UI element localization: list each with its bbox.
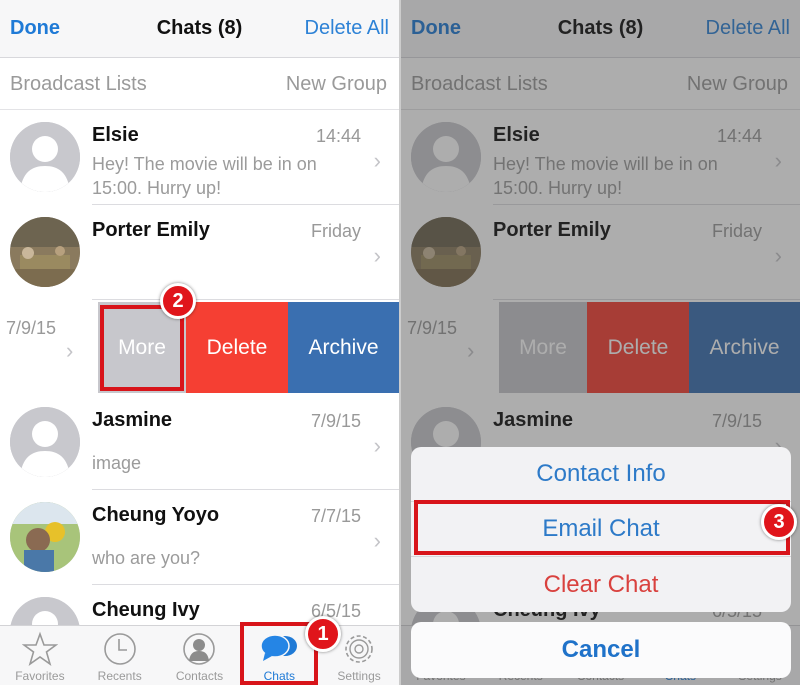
delete-all-button[interactable]: Delete All [305, 17, 390, 40]
star-icon [21, 631, 58, 666]
tab-label: Contacts [175, 669, 224, 683]
navbar: Done Chats (8) Delete All [0, 0, 399, 58]
chat-time: 7/7/15 [310, 506, 361, 526]
chat-name: Cheung Yoyo [92, 504, 220, 526]
avatar [10, 122, 80, 192]
step-badge-3: 3 [761, 504, 797, 540]
chevron-right-icon: › [373, 433, 381, 458]
clock-icon [103, 633, 136, 665]
new-group-link[interactable]: New Group [286, 73, 387, 96]
chat-preview: image [92, 453, 142, 473]
chat-name: Elsie [92, 124, 139, 146]
contact-info-option[interactable]: Contact Info [411, 447, 791, 502]
contact-icon [183, 633, 216, 665]
chat-name: Porter Emily [92, 219, 210, 241]
archive-button[interactable]: Archive [288, 302, 399, 393]
chat-time: 7/9/15 [6, 318, 57, 338]
chat-preview: Hey! The movie will be in on 15:00. Hurr… [92, 154, 317, 198]
phone-right: Done Chats (8) Delete All Broadcast List… [401, 0, 800, 685]
chat-preview: who are you? [92, 548, 201, 568]
chevron-right-icon: › [373, 528, 381, 553]
avatar [10, 217, 80, 287]
delete-button[interactable]: Delete [186, 302, 288, 393]
tab-label: Recents [97, 669, 142, 683]
photo-avatar-icon [10, 217, 80, 287]
broadcast-lists-link[interactable]: Broadcast Lists [10, 73, 147, 96]
email-chat-highlight [414, 500, 790, 555]
chat-time: Friday [310, 221, 361, 241]
tab-favorites[interactable]: Favorites [0, 626, 80, 685]
tab-label: Favorites [15, 669, 65, 683]
step-badge-2: 2 [160, 283, 196, 319]
photo-avatar-icon [10, 502, 80, 572]
tab-label: Settings [337, 669, 381, 683]
chat-name: Cheung Ivy [92, 599, 200, 621]
chat-row[interactable]: Elsie 14:44 Hey! The movie will be in on… [0, 110, 399, 205]
chat-row[interactable]: Porter Emily Friday › [0, 205, 399, 300]
chat-time: 7/9/15 [310, 411, 361, 431]
chevron-right-icon: › [373, 148, 381, 173]
gear-icon [345, 635, 373, 663]
cancel-button[interactable]: Cancel [411, 622, 791, 678]
tutorial-composite: Done Chats (8) Delete All Broadcast List… [0, 0, 800, 685]
chat-row[interactable]: Jasmine 7/9/15 image › [0, 395, 399, 490]
subbar: Broadcast Lists New Group [0, 58, 399, 110]
avatar [10, 502, 80, 572]
swiped-chat-row[interactable]: 7/9/15 › More Delete Archive [0, 300, 399, 395]
chat-time: 14:44 [315, 126, 361, 146]
chevron-right-icon: › [66, 338, 74, 363]
default-avatar-icon [10, 122, 80, 192]
tab-contacts[interactable]: Contacts [160, 626, 240, 685]
clear-chat-option[interactable]: Clear Chat [411, 557, 791, 612]
default-avatar-icon [10, 407, 80, 477]
tab-recents[interactable]: Recents [80, 626, 160, 685]
step-badge-1: 1 [305, 616, 341, 652]
chevron-right-icon: › [373, 243, 381, 268]
phone-left: Done Chats (8) Delete All Broadcast List… [0, 0, 399, 685]
avatar [10, 407, 80, 477]
chat-row[interactable]: Cheung Yoyo 7/7/15 who are you? › [0, 490, 399, 585]
chat-name: Jasmine [92, 409, 173, 431]
